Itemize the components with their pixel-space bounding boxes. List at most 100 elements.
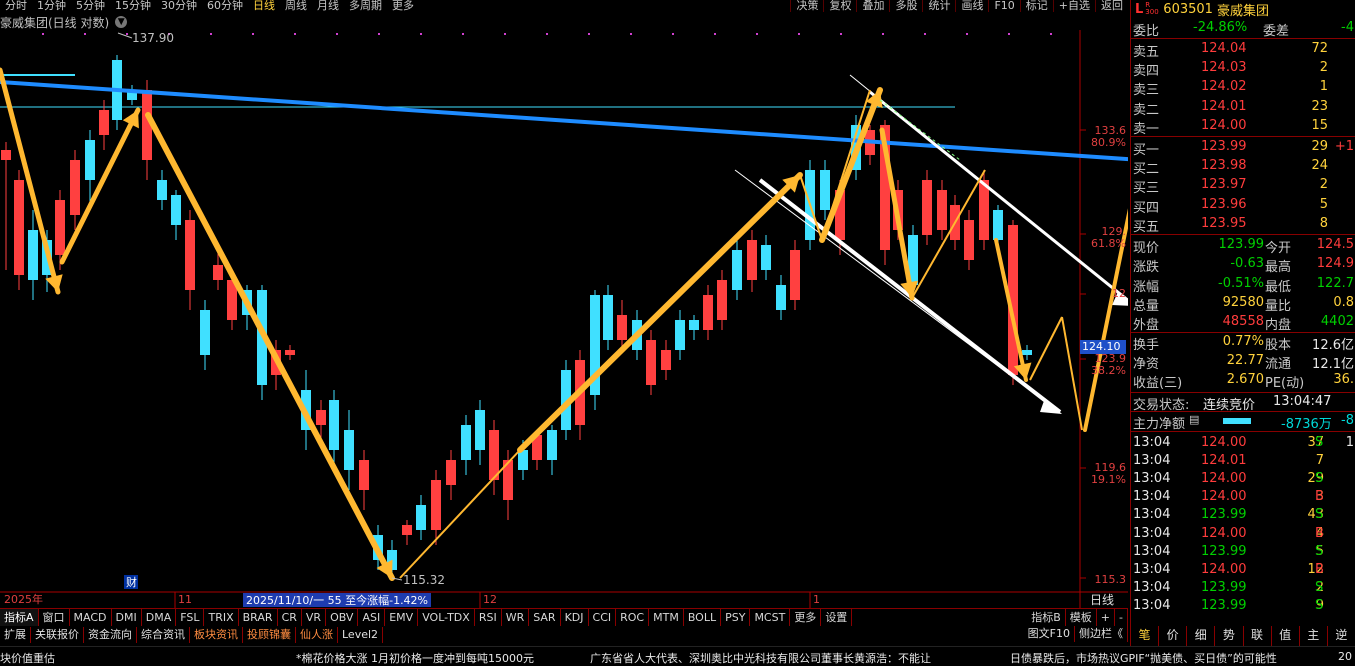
indicator-tab-19[interactable]: ROC	[616, 609, 650, 626]
high-price-label: 137.90	[132, 31, 174, 45]
indicator-tab-3[interactable]: DMI	[112, 609, 142, 626]
tool-button-0[interactable]: 决策	[790, 0, 823, 12]
indicator-tab-10[interactable]: OBV	[326, 609, 359, 626]
indicator-tab-20[interactable]: MTM	[649, 609, 684, 626]
tab-period-6[interactable]: 日线	[248, 0, 280, 12]
candle-body	[732, 250, 742, 290]
tab-period-9[interactable]: 多周期	[344, 0, 387, 12]
indicator-tab-17[interactable]: KDJ	[561, 609, 589, 626]
indicator-tab-15[interactable]: WR	[502, 609, 530, 626]
tool-button-2[interactable]: 叠加	[856, 0, 889, 12]
indicator-tab-13[interactable]: VOL-TDX	[418, 609, 475, 626]
stat-label-b-2: 最低	[1265, 279, 1292, 295]
indicator-tab-25[interactable]: 设置	[821, 609, 853, 626]
ask-price-0: 124.04	[1201, 41, 1247, 56]
stock-code[interactable]: 603501	[1163, 2, 1213, 17]
marker-dot	[462, 33, 464, 35]
tool-button-1[interactable]: 复权	[823, 0, 856, 12]
func-tab-1[interactable]: 关联报价	[31, 627, 84, 643]
tab-period-10[interactable]: 更多	[387, 0, 419, 12]
list-icon[interactable]: ▤	[1189, 413, 1199, 426]
indicator-tab-7[interactable]: BRAR	[239, 609, 278, 626]
func-tab-3[interactable]: 综合资讯	[137, 627, 190, 643]
indicator-tab-8[interactable]: CR	[278, 609, 302, 626]
func-right-0[interactable]: 图文F10	[1024, 626, 1075, 642]
func-tab-4[interactable]: 板块资讯	[190, 627, 243, 643]
tick-side-2: S	[1315, 471, 1324, 487]
tick-price-7: 124.00	[1201, 561, 1247, 577]
indicator-right-1[interactable]: 模板	[1066, 609, 1097, 626]
indicator-right-2[interactable]: +	[1097, 609, 1116, 626]
tab-period-0[interactable]: 分时	[0, 0, 32, 12]
panel-tab-3[interactable]: 势	[1215, 626, 1244, 646]
indicator-tab-11[interactable]: ASI	[358, 609, 386, 626]
stat-label-a-3: 总量	[1133, 298, 1160, 314]
main-net-value: -8736万	[1281, 417, 1332, 432]
tab-period-3[interactable]: 15分钟	[110, 0, 156, 12]
ticker-item-2[interactable]: 广东省省人大代表、深圳奥比中光科技有限公司董事长黄源浩：不能让	[590, 650, 931, 666]
panel-tab-5[interactable]: 值	[1272, 626, 1300, 646]
indicator-right-3[interactable]: -	[1115, 609, 1128, 626]
arrow-down-2	[145, 112, 395, 581]
tab-period-8[interactable]: 月线	[312, 0, 344, 12]
candle-body	[646, 340, 656, 385]
tab-period-2[interactable]: 5分钟	[71, 0, 110, 12]
panel-tab-0[interactable]: 笔	[1131, 626, 1160, 646]
func-right-1[interactable]: 侧边栏《	[1075, 626, 1128, 642]
bid-price-0: 123.99	[1201, 139, 1247, 154]
panel-tab-4[interactable]: 联	[1244, 626, 1272, 646]
indicator-tab-14[interactable]: RSI	[475, 609, 502, 626]
func-tab-0[interactable]: 扩展	[0, 627, 31, 643]
indicator-tab-23[interactable]: MCST	[750, 609, 791, 626]
tab-period-5[interactable]: 60分钟	[202, 0, 248, 12]
ticker-item-1[interactable]: *棉花价格大涨 1月初价格一度冲到每吨15000元	[296, 650, 534, 666]
indicator-tab-21[interactable]: BOLL	[684, 609, 722, 626]
indicator-tab-24[interactable]: 更多	[790, 609, 822, 626]
ticker-item-0[interactable]: 块价值重估	[0, 650, 55, 666]
tool-button-3[interactable]: 多股	[889, 0, 922, 12]
indicator-tab-22[interactable]: PSY	[721, 609, 751, 626]
tool-button-5[interactable]: 画线	[955, 0, 988, 12]
func-tab-2[interactable]: 资金流向	[84, 627, 137, 643]
indicator-tab-16[interactable]: SAR	[529, 609, 561, 626]
tool-button-7[interactable]: 标记	[1019, 0, 1053, 12]
marker-dot	[210, 33, 212, 35]
indicator-tab-12[interactable]: EMV	[385, 609, 419, 626]
axis-price-2: 12	[1112, 287, 1126, 300]
candle-body	[359, 460, 369, 490]
panel-tab-6[interactable]: 主	[1300, 626, 1328, 646]
func-tab-7[interactable]: Level2	[338, 627, 384, 643]
indicator-tab-0[interactable]: 指标A	[0, 609, 39, 626]
candle-body	[964, 220, 974, 260]
indicator-tab-18[interactable]: CCI	[589, 609, 617, 626]
ticker-item-4[interactable]: 20	[1338, 650, 1352, 663]
tool-button-6[interactable]: F10	[988, 0, 1019, 12]
tab-period-1[interactable]: 1分钟	[32, 0, 71, 12]
indicator-tab-5[interactable]: FSL	[176, 609, 205, 626]
panel-tab-1[interactable]: 价	[1159, 626, 1188, 646]
panel-tab-7[interactable]: 逆	[1328, 626, 1355, 646]
kline-chart[interactable]: 137.90 115.32 2025年 11 12 1 财 2025/11/10/一 55 至…	[0, 30, 1128, 608]
func-tab-5[interactable]: 投顾锦囊	[243, 627, 296, 643]
ticker-item-3[interactable]: 日债暴跌后，市场热议GPIF“抛美债、买日债”的可能性	[1010, 650, 1277, 666]
panel-tab-2[interactable]: 细	[1187, 626, 1216, 646]
bid-row-3: 买四 123.96 5	[1131, 196, 1355, 216]
tool-button-9[interactable]: 返回	[1095, 0, 1128, 12]
chevron-down-icon[interactable]: ▼	[115, 16, 128, 28]
indicator-right-0[interactable]: 指标B	[1027, 609, 1066, 626]
stock-name[interactable]: 豪威集团	[1217, 0, 1269, 19]
tool-button-4[interactable]: 统计	[922, 0, 955, 12]
indicator-tab-6[interactable]: TRIX	[204, 609, 239, 626]
indicator-tab-4[interactable]: DMA	[142, 609, 177, 626]
func-tab-6[interactable]: 仙人涨	[296, 627, 338, 643]
tool-button-8[interactable]: +自选	[1052, 0, 1095, 12]
tab-period-7[interactable]: 周线	[280, 0, 312, 12]
candle-body	[820, 170, 830, 210]
indicator-tab-1[interactable]: 窗口	[39, 609, 70, 626]
indicator-tab-9[interactable]: VR	[302, 609, 327, 626]
candle-body	[14, 180, 24, 275]
tab-period-4[interactable]: 30分钟	[156, 0, 202, 12]
tick-side-3: B	[1315, 489, 1324, 505]
indicator-tab-2[interactable]: MACD	[70, 609, 112, 626]
candle-body	[329, 400, 339, 450]
